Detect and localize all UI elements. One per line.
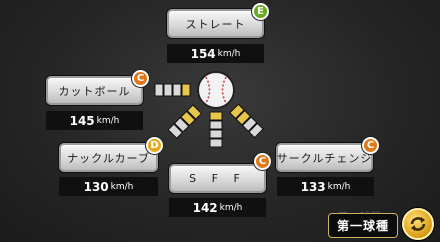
first-pitch-type-button[interactable]: 第一球種: [320, 208, 440, 242]
arrow-down: [209, 111, 223, 148]
baseball-icon: [196, 70, 236, 110]
switch-cycle-icon[interactable]: [402, 208, 434, 240]
pitch-direction-arrows: [154, 83, 264, 148]
arrow-left: [154, 83, 191, 97]
first-pitch-type-label: 第一球種: [328, 212, 399, 238]
